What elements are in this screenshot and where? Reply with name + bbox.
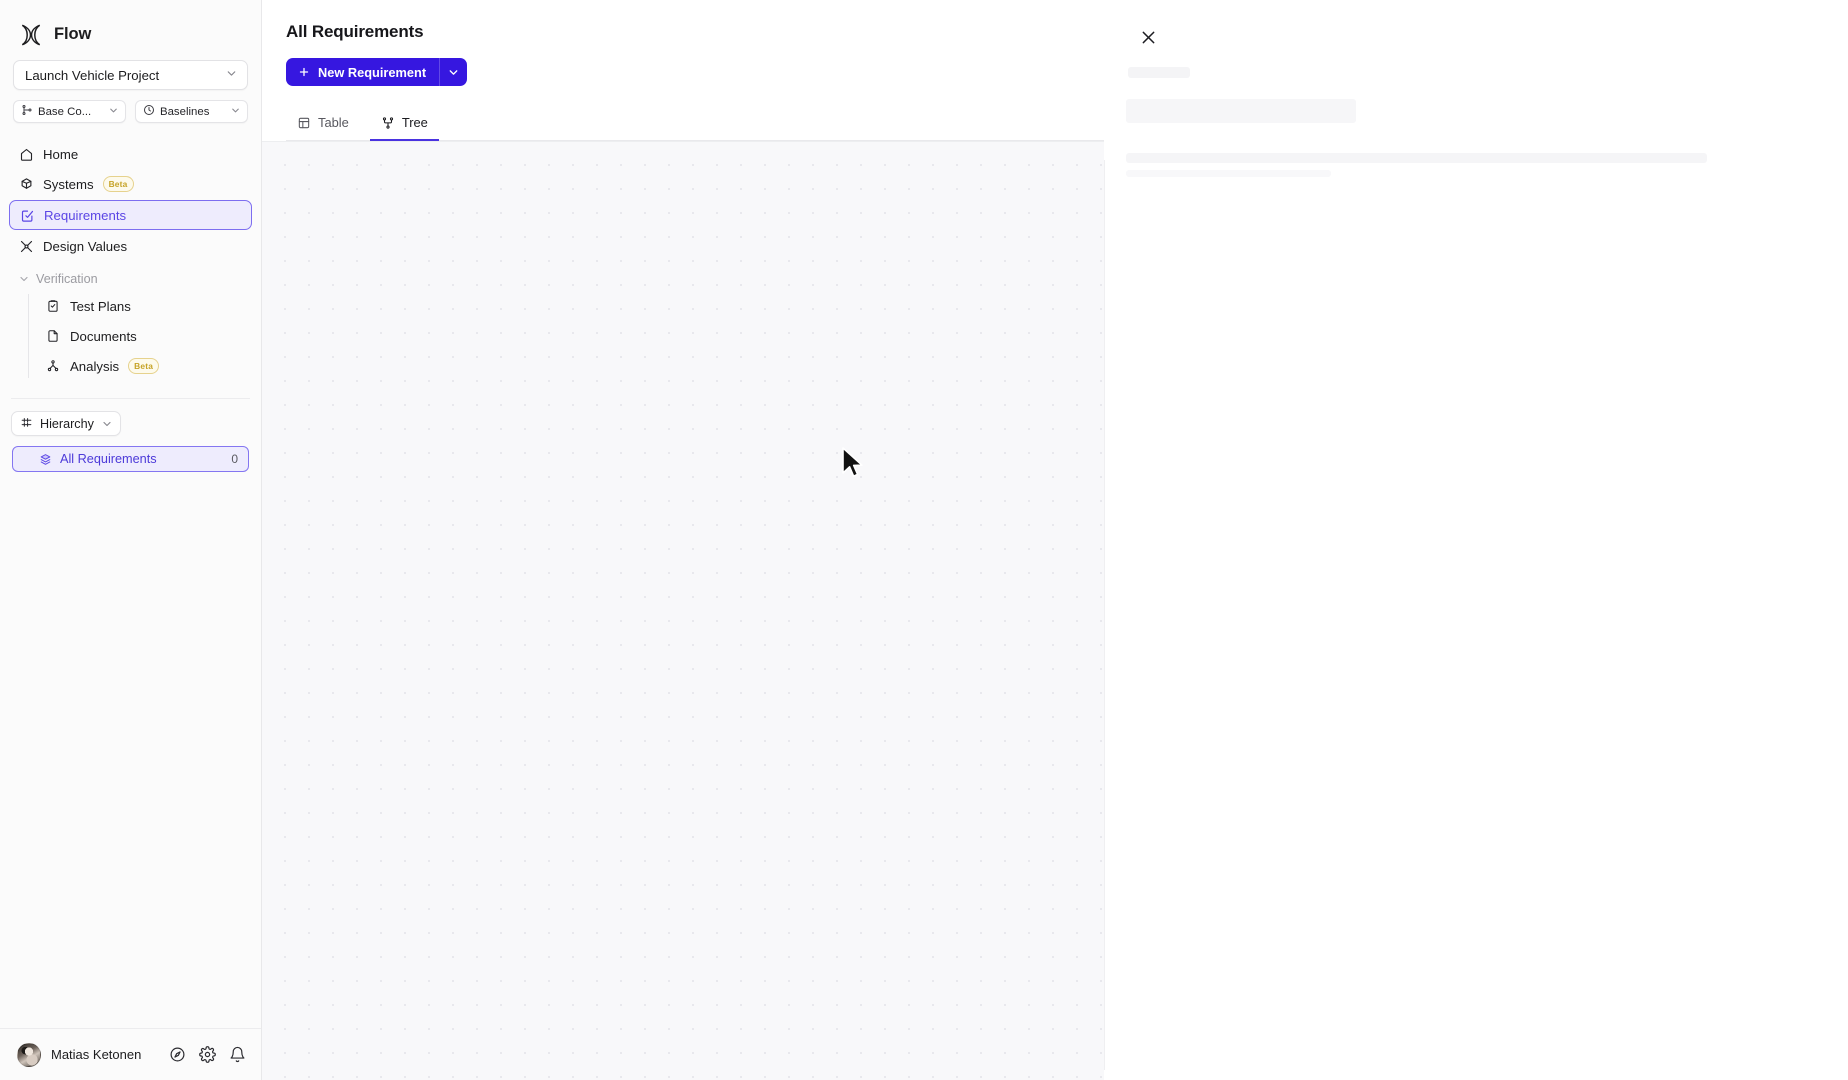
- user-name: Matias Ketonen: [51, 1047, 142, 1062]
- baselines-chip[interactable]: Baselines: [135, 100, 248, 123]
- sidebar-item-home[interactable]: Home: [9, 140, 252, 168]
- hierarchy-item-all-requirements[interactable]: All Requirements 0: [12, 446, 249, 472]
- sidebar-item-test-plans[interactable]: Test Plans: [28, 292, 252, 320]
- project-selector-value: Launch Vehicle Project: [25, 67, 160, 83]
- design-values-icon: [18, 238, 34, 254]
- detail-panel-skeleton-row: [1126, 153, 1707, 163]
- sidebar-item-documents[interactable]: Documents: [28, 322, 252, 350]
- plus-icon: [298, 66, 310, 78]
- context-chips: Base Co... Baselines: [13, 100, 248, 123]
- history-clock-icon: [143, 104, 155, 119]
- baselines-label: Baselines: [160, 105, 210, 118]
- view-tabs: Table Tree: [286, 108, 1104, 141]
- user-actions: [169, 1046, 246, 1063]
- requirements-tree-canvas[interactable]: [262, 141, 1104, 1080]
- requirement-check-icon: [19, 207, 35, 223]
- sidebar-item-design-values[interactable]: Design Values: [9, 232, 252, 260]
- compass-icon[interactable]: [169, 1046, 186, 1063]
- sidebar-item-label: Analysis: [70, 358, 120, 374]
- nav-group-label: Verification: [36, 272, 98, 286]
- hierarchy-selector-label: Hierarchy: [40, 416, 94, 431]
- base-configuration-label: Base Co...: [38, 105, 92, 118]
- new-requirement-label: New Requirement: [318, 64, 427, 80]
- app-root: Flow Launch Vehicle Project Base Co... B…: [0, 0, 1848, 1080]
- bell-icon[interactable]: [229, 1046, 246, 1063]
- brand-name: Flow: [54, 25, 92, 43]
- tab-tree[interactable]: Tree: [369, 109, 439, 141]
- close-icon[interactable]: [1135, 24, 1161, 50]
- chevron-down-icon: [108, 105, 119, 119]
- chevron-down-icon: [225, 67, 238, 83]
- hierarchy-section: Hierarchy All Requirements 0: [11, 398, 250, 472]
- chevron-down-icon: [230, 105, 241, 119]
- hierarchy-item-count: 0: [231, 452, 238, 466]
- nav-group-verification[interactable]: Verification: [9, 266, 252, 292]
- gear-icon[interactable]: [199, 1046, 216, 1063]
- analysis-node-icon: [45, 358, 61, 374]
- document-icon: [45, 328, 61, 344]
- user-bar: Matias Ketonen: [0, 1028, 261, 1080]
- main-header: All Requirements New Requirement: [262, 0, 1104, 86]
- page-title: All Requirements: [286, 22, 424, 41]
- brand: Flow: [0, 0, 261, 52]
- sidebar: Flow Launch Vehicle Project Base Co... B…: [0, 0, 262, 1080]
- sidebar-item-label: Test Plans: [70, 298, 131, 314]
- panel-divider: [1104, 160, 1105, 1070]
- base-configuration-chip[interactable]: Base Co...: [13, 100, 126, 123]
- sidebar-item-requirements[interactable]: Requirements: [9, 200, 252, 230]
- sidebar-item-analysis[interactable]: Analysis Beta: [28, 352, 252, 380]
- sidebar-item-label: Design Values: [43, 238, 128, 254]
- sidebar-item-label: Systems: [43, 176, 94, 192]
- tree-branch-icon: [381, 116, 395, 130]
- sidebar-item-systems[interactable]: Systems Beta: [9, 170, 252, 198]
- beta-badge: Beta: [102, 175, 134, 193]
- tab-label: Tree: [401, 115, 428, 130]
- new-requirement-dropdown-button[interactable]: [439, 58, 468, 86]
- clipboard-check-icon: [45, 298, 61, 314]
- sidebar-item-label: Documents: [70, 328, 137, 344]
- home-icon: [18, 146, 34, 162]
- sidebar-item-label: Requirements: [44, 207, 127, 223]
- chevron-down-icon: [101, 418, 113, 430]
- hierarchy-grid-icon: [20, 417, 33, 430]
- tab-table[interactable]: Table: [286, 109, 360, 141]
- new-requirement-button[interactable]: New Requirement: [286, 58, 440, 86]
- hierarchy-list: All Requirements 0: [12, 446, 249, 472]
- project-selector[interactable]: Launch Vehicle Project: [13, 60, 248, 90]
- chevron-down-icon: [18, 273, 30, 285]
- branch-icon: [21, 104, 33, 119]
- table-icon: [297, 116, 311, 130]
- avatar[interactable]: [17, 1042, 41, 1067]
- hierarchy-item-label: All Requirements: [60, 452, 157, 466]
- chevron-down-icon: [447, 66, 460, 79]
- beta-badge: Beta: [128, 357, 160, 375]
- main-content: All Requirements New Requirement Table T…: [262, 0, 1104, 1080]
- detail-panel-skeleton-title: [1128, 67, 1190, 78]
- stack-layers-icon: [39, 453, 52, 466]
- sidebar-item-label: Home: [43, 146, 79, 162]
- hierarchy-selector[interactable]: Hierarchy: [11, 411, 121, 436]
- detail-panel-skeleton-heading: [1126, 99, 1356, 123]
- primary-nav: Home Systems Beta Requirements Design Va…: [0, 140, 261, 382]
- tab-label: Table: [318, 115, 349, 130]
- system-cube-icon: [18, 176, 34, 192]
- detail-panel-skeleton-row: [1126, 170, 1331, 177]
- flow-logo-icon: [18, 22, 44, 48]
- verification-subnav: Test Plans Documents Analysis Beta: [28, 292, 252, 382]
- new-requirement-group: New Requirement: [286, 58, 468, 86]
